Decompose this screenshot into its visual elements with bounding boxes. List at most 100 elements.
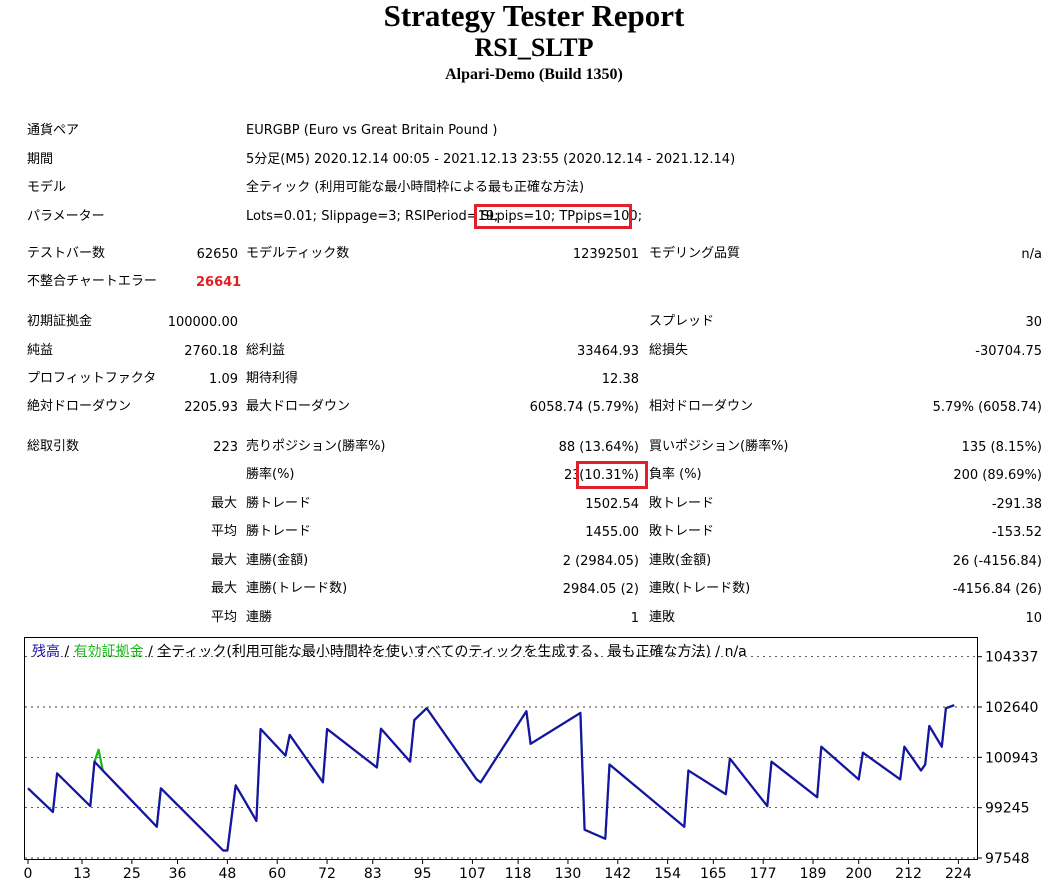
x-tick-label: 95 bbox=[414, 866, 432, 882]
x-tick-label: 212 bbox=[895, 866, 922, 882]
report-title: Strategy Tester Report bbox=[383, 0, 685, 33]
symbol-value: EURGBP (Euro vs Great Britain Pound ) bbox=[246, 123, 498, 138]
gross-loss-label: 総損失 bbox=[649, 343, 689, 358]
gross-loss-value: -30704.75 bbox=[975, 344, 1042, 359]
x-tick-label: 60 bbox=[268, 866, 286, 882]
net-profit-value: 2760.18 bbox=[184, 344, 238, 359]
quality-label: モデリング品質 bbox=[649, 246, 741, 261]
bars-value: 62650 bbox=[196, 247, 238, 262]
max-cons-label: 最大 bbox=[211, 553, 238, 568]
y-tick-label: 99245 bbox=[985, 801, 1030, 817]
x-tick-label: 118 bbox=[505, 866, 532, 882]
long-positions-label: 買いポジション(勝率%) bbox=[649, 439, 789, 454]
x-tick-label: 13 bbox=[73, 866, 91, 882]
server-build: Alpari-Demo (Build 1350) bbox=[445, 66, 623, 83]
expert-name: RSI_SLTP bbox=[474, 33, 594, 62]
relative-drawdown-value: 5.79% (6058.74) bbox=[932, 400, 1042, 415]
balance-chart: 97548 99245 100943 102640 104337 0 13 25 36 48 60 7… bbox=[24, 650, 1039, 882]
x-tick-label: 83 bbox=[364, 866, 382, 882]
max-cons-losses-money-label: 連敗(金額) bbox=[649, 553, 712, 568]
x-tick-label: 224 bbox=[945, 866, 972, 882]
x-tick-label: 154 bbox=[654, 866, 681, 882]
legend-equity: 有効証拠金 bbox=[73, 644, 144, 660]
max-cons-count-label: 最大 bbox=[211, 581, 238, 596]
win-rate-label: 勝率(%) bbox=[246, 467, 295, 482]
legend-separator-1: / bbox=[60, 644, 74, 660]
legend-description: 全ティック(利用可能な最小時間枠を使いすべてのティックを生成する、最も正確な方法… bbox=[157, 644, 747, 660]
deposit-value: 100000.00 bbox=[167, 315, 238, 330]
loss-rate-label: 負率 (%) bbox=[649, 467, 702, 482]
loss-rate-value: 200 (89.69%) bbox=[953, 468, 1042, 483]
x-tick-label: 72 bbox=[318, 866, 336, 882]
short-positions-value: 88 (13.64%) bbox=[558, 440, 639, 455]
net-profit-label: 純益 bbox=[27, 343, 54, 358]
gross-profit-label: 総利益 bbox=[246, 343, 286, 358]
x-tick-label: 36 bbox=[169, 866, 187, 882]
average-cons-losses-label: 連敗 bbox=[649, 610, 676, 625]
period-value: 5分足(M5) 2020.12.14 00:05 - 2021.12.13 23… bbox=[246, 152, 736, 167]
max-cons-profit-label: 連勝(トレード数) bbox=[246, 581, 348, 596]
short-positions-label: 売りポジション(勝率%) bbox=[246, 439, 386, 454]
largest-loss-label: 敗トレード bbox=[649, 496, 715, 511]
profit-factor-label: プロフィットファクタ bbox=[27, 371, 157, 386]
max-cons-loss-value: -4156.84 (26) bbox=[952, 582, 1042, 597]
x-tick-label: 48 bbox=[218, 866, 236, 882]
long-positions-value: 135 (8.15%) bbox=[961, 440, 1042, 455]
legend-balance: 残高 bbox=[32, 644, 60, 660]
x-tick-label: 107 bbox=[459, 866, 486, 882]
max-cons-wins-money-value: 2 (2984.05) bbox=[562, 554, 639, 569]
largest-label: 最大 bbox=[211, 496, 238, 511]
symbol-label: 通貨ペア bbox=[27, 123, 80, 138]
model-value: 全ティック (利用可能な最小時間枠による最も正確な方法) bbox=[246, 180, 585, 195]
model-label: モデル bbox=[27, 180, 67, 195]
params-value: Lots=0.01; Slippage=3; RSIPeriod=19; bbox=[246, 209, 499, 224]
mismatch-label: 不整合チャートエラー bbox=[27, 274, 157, 289]
expected-payoff-value: 12.38 bbox=[601, 372, 639, 387]
spread-label: スプレッド bbox=[649, 314, 715, 329]
deposit-label: 初期証拠金 bbox=[27, 314, 93, 329]
y-tick-label: 97548 bbox=[985, 851, 1030, 867]
average-label: 平均 bbox=[211, 524, 238, 539]
x-tick-label: 142 bbox=[604, 866, 631, 882]
ticks-value: 12392501 bbox=[572, 247, 639, 262]
max-cons-profit-value: 2984.05 (2) bbox=[562, 582, 639, 597]
relative-drawdown-label: 相対ドローダウン bbox=[649, 399, 754, 414]
average-cons-losses-value: 10 bbox=[1025, 611, 1042, 626]
x-tick-label: 200 bbox=[845, 866, 872, 882]
params-label: パラメーター bbox=[27, 209, 105, 224]
x-tick-label: 0 bbox=[24, 866, 33, 882]
x-tick-label: 177 bbox=[750, 866, 777, 882]
x-tick-label: 189 bbox=[800, 866, 827, 882]
average-cons-label: 平均 bbox=[211, 610, 238, 625]
mismatch-value: 26641 bbox=[196, 275, 242, 290]
largest-loss-value: -291.38 bbox=[991, 497, 1042, 512]
y-tick-label: 102640 bbox=[985, 700, 1038, 716]
gross-profit-value: 33464.93 bbox=[576, 344, 639, 359]
largest-win-label: 勝トレード bbox=[246, 496, 312, 511]
average-cons-wins-value: 1 bbox=[630, 611, 639, 626]
max-cons-loss-label: 連敗(トレード数) bbox=[649, 581, 751, 596]
total-trades-value: 223 bbox=[213, 440, 238, 455]
x-tick-label: 165 bbox=[700, 866, 727, 882]
x-tick-label: 25 bbox=[123, 866, 141, 882]
spread-value: 30 bbox=[1025, 315, 1042, 330]
chart-legend: 残高 / 有効証拠金 / 全ティック(利用可能な最小時間枠を使いすべてのティック… bbox=[32, 641, 747, 661]
params-highlight-box bbox=[474, 204, 632, 229]
max-cons-wins-money-label: 連勝(金額) bbox=[246, 553, 309, 568]
bars-label: テストバー数 bbox=[27, 246, 106, 261]
largest-win-value: 1502.54 bbox=[585, 497, 639, 512]
balance-series-line bbox=[27, 704, 955, 852]
y-tick-label: 104337 bbox=[985, 650, 1038, 666]
average-loss-value: -153.52 bbox=[991, 525, 1042, 540]
win-rate-highlight-box bbox=[576, 461, 648, 489]
expected-payoff-label: 期待利得 bbox=[246, 371, 299, 386]
quality-value: n/a bbox=[1021, 247, 1042, 262]
absolute-drawdown-label: 絶対ドローダウン bbox=[27, 399, 132, 414]
legend-separator-2: / bbox=[143, 644, 158, 660]
average-cons-wins-label: 連勝 bbox=[246, 610, 273, 625]
average-loss-label: 敗トレード bbox=[649, 524, 715, 539]
absolute-drawdown-value: 2205.93 bbox=[184, 400, 238, 415]
max-cons-losses-money-value: 26 (-4156.84) bbox=[952, 554, 1042, 569]
period-label: 期間 bbox=[27, 152, 54, 167]
max-drawdown-value: 6058.74 (5.79%) bbox=[529, 400, 639, 415]
